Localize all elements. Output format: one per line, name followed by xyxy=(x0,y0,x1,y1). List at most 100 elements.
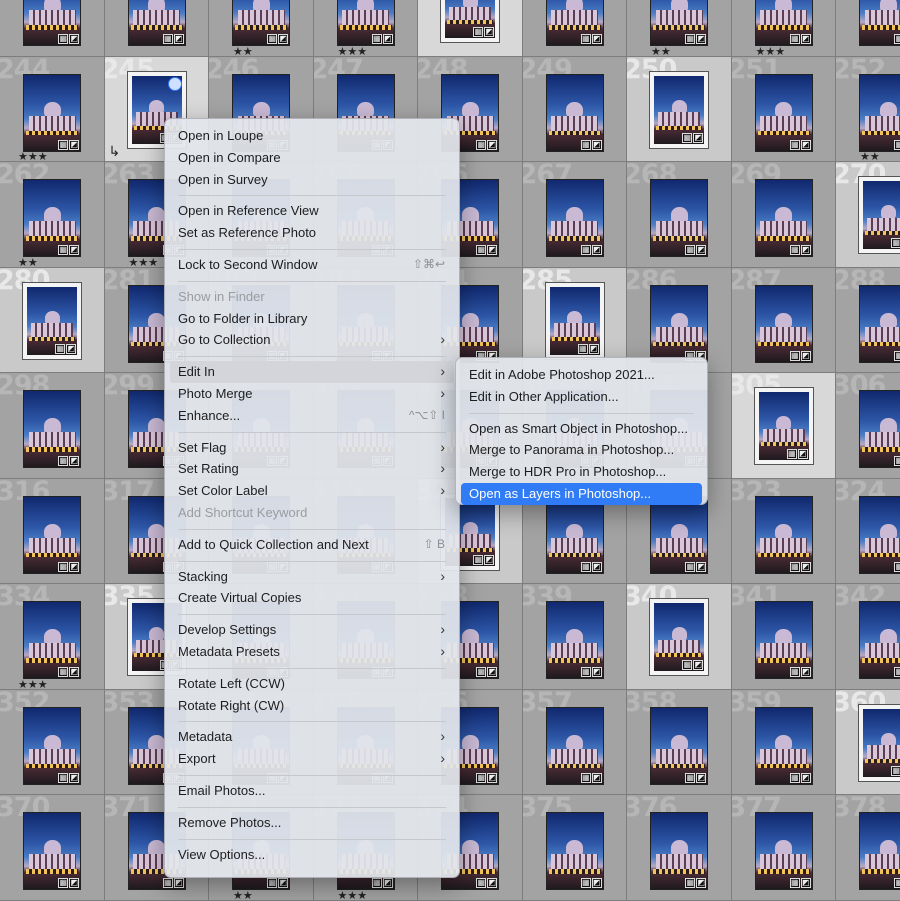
crop-badge-icon[interactable]: ▦ xyxy=(894,139,900,150)
photo-thumbnail[interactable]: ▦◩ xyxy=(23,179,82,257)
grid-cell[interactable]: 298 ▦ ◩ xyxy=(0,373,105,479)
develop-badge-icon[interactable]: ◩ xyxy=(278,34,289,44)
star-rating[interactable]: ★★ xyxy=(233,45,253,56)
crop-badge-icon[interactable]: ▦ xyxy=(473,27,484,37)
crop-badge-icon[interactable]: ▦ xyxy=(682,660,693,670)
develop-badge-icon[interactable]: ◩ xyxy=(591,878,602,888)
develop-badge-icon[interactable]: ◩ xyxy=(591,34,602,44)
crop-badge-icon[interactable]: ▦ xyxy=(162,878,173,888)
grid-cell[interactable]: 334 ▦ ◩ ★★★ xyxy=(0,584,105,690)
grid-cell[interactable]: 370 ▦ ◩ xyxy=(0,795,105,901)
menu-item-rotate-right-cw[interactable]: Rotate Right (CW) xyxy=(165,695,459,717)
photo-thumbnail[interactable]: ▦◩ xyxy=(754,284,813,363)
menu-item-open-as-smart-object-in-photoshop[interactable]: Open as Smart Object in Photoshop... xyxy=(456,418,707,440)
grid-cell[interactable]: 323 ▦ ◩ xyxy=(731,478,836,584)
grid-cell[interactable]: 267 ▦ ◩ xyxy=(522,162,627,268)
crop-badge-icon[interactable]: ▦ xyxy=(894,561,900,572)
grid-cell[interactable]: ▦◩ xyxy=(522,0,627,57)
crop-badge-icon[interactable]: ▦ xyxy=(580,878,591,888)
photo-thumbnail[interactable]: ▦◩ xyxy=(650,706,709,785)
photo-thumbnail[interactable]: ▦◩ xyxy=(23,390,82,468)
photo-thumbnail[interactable]: ▦◩ xyxy=(754,495,813,574)
grid-cell[interactable]: 340 ▦ ◩ xyxy=(627,584,732,690)
photo-thumbnail[interactable]: ▦◩ xyxy=(23,706,82,785)
crop-badge-icon[interactable]: ▦ xyxy=(580,667,591,677)
grid-cell[interactable]: ▦ ◩ ★★★ xyxy=(731,0,836,57)
crop-badge-icon[interactable]: ▦ xyxy=(476,245,487,255)
menu-item-open-as-layers-in-photoshop[interactable]: Open as Layers in Photoshop... xyxy=(461,482,702,505)
menu-item-add-to-quick-collection-and-next[interactable]: Add to Quick Collection and Next ⇧ B xyxy=(165,534,459,556)
develop-badge-icon[interactable]: ◩ xyxy=(800,667,811,677)
star-rating[interactable]: ★★★ xyxy=(18,150,48,161)
develop-badge-icon[interactable]: ◩ xyxy=(591,772,602,783)
photo-thumbnail[interactable]: ▦◩ xyxy=(649,598,710,676)
develop-badge-icon[interactable]: ◩ xyxy=(696,34,707,44)
develop-badge-icon[interactable]: ◩ xyxy=(487,667,498,677)
grid-cell[interactable]: 376 ▦ ◩ xyxy=(627,795,732,901)
grid-cell[interactable]: 268 ▦ ◩ xyxy=(627,162,732,268)
menu-item-view-options[interactable]: View Options... xyxy=(165,844,459,866)
menu-item-open-in-survey[interactable]: Open in Survey xyxy=(165,169,459,191)
crop-badge-icon[interactable]: ▦ xyxy=(786,449,797,459)
grid-cell[interactable]: 252▦◩★★ xyxy=(836,56,900,162)
develop-badge-icon[interactable]: ◩ xyxy=(797,449,808,459)
menu-item-edit-in-adobe-photoshop-2021[interactable]: Edit in Adobe Photoshop 2021... xyxy=(456,364,707,386)
develop-badge-icon[interactable]: ◩ xyxy=(69,34,80,44)
develop-badge-icon[interactable]: ◩ xyxy=(487,878,498,888)
grid-cell[interactable]: 375 ▦ ◩ xyxy=(522,795,627,901)
quick-collection-icon[interactable] xyxy=(167,76,182,91)
crop-badge-icon[interactable]: ▦ xyxy=(789,561,800,572)
menu-item-develop-settings[interactable]: Develop Settings › xyxy=(165,619,459,641)
develop-badge-icon[interactable]: ◩ xyxy=(693,132,704,143)
menu-item-stacking[interactable]: Stacking › xyxy=(165,566,459,588)
crop-badge-icon[interactable]: ▦ xyxy=(685,772,696,783)
develop-badge-icon[interactable]: ◩ xyxy=(487,245,498,255)
photo-thumbnail[interactable]: ▦◩ xyxy=(23,601,82,679)
menu-item-photo-merge[interactable]: Photo Merge › xyxy=(165,383,459,405)
menu-item-set-flag[interactable]: Set Flag › xyxy=(165,437,459,459)
grid-cell[interactable]: 305 ▦ ◩ xyxy=(731,373,836,479)
develop-badge-icon[interactable]: ◩ xyxy=(278,878,289,888)
menu-item-metadata-presets[interactable]: Metadata Presets › xyxy=(165,641,459,663)
crop-badge-icon[interactable]: ▦ xyxy=(267,878,278,888)
menu-item-set-rating[interactable]: Set Rating › xyxy=(165,458,459,480)
develop-badge-icon[interactable]: ◩ xyxy=(173,34,184,44)
star-rating[interactable]: ★★ xyxy=(233,889,253,900)
grid-cell[interactable]: 269 ▦ ◩ xyxy=(731,162,836,268)
star-rating[interactable]: ★★★ xyxy=(338,889,368,900)
grid-cell[interactable]: ▦◩ xyxy=(0,0,105,57)
grid-cell[interactable]: 244 ▦ ◩ ★★★ xyxy=(0,56,105,162)
grid-cell[interactable]: 262 ▦ ◩ ★★ xyxy=(0,162,105,268)
menu-item-go-to-folder-in-library[interactable]: Go to Folder in Library xyxy=(165,308,459,330)
grid-cell[interactable]: 359 ▦ ◩ xyxy=(731,689,836,795)
develop-badge-icon[interactable]: ◩ xyxy=(173,878,184,888)
crop-badge-icon[interactable]: ▦ xyxy=(789,772,800,783)
crop-badge-icon[interactable]: ▦ xyxy=(789,245,800,255)
photo-thumbnail[interactable]: ▦◩ xyxy=(859,812,900,890)
photo-thumbnail[interactable]: ▦◩ xyxy=(545,0,604,46)
grid-cell[interactable]: 357 ▦ ◩ xyxy=(522,689,627,795)
develop-badge-icon[interactable]: ◩ xyxy=(800,350,811,361)
develop-badge-icon[interactable]: ◩ xyxy=(487,772,498,783)
photo-thumbnail[interactable]: ▦◩ xyxy=(650,284,709,363)
photo-thumbnail[interactable]: ▦◩ xyxy=(440,0,501,43)
star-rating[interactable]: ★★★ xyxy=(338,45,368,56)
develop-badge-icon[interactable]: ◩ xyxy=(69,139,80,150)
crop-badge-icon[interactable]: ▦ xyxy=(58,561,69,572)
grid-cell[interactable]: 287 ▦ ◩ xyxy=(731,267,836,373)
crop-badge-icon[interactable]: ▦ xyxy=(891,238,900,248)
photo-thumbnail[interactable]: ▦◩ xyxy=(859,0,900,46)
star-rating[interactable]: ★★ xyxy=(860,150,880,161)
grid-cell[interactable]: 360▦◩ xyxy=(836,689,900,795)
develop-badge-icon[interactable]: ◩ xyxy=(69,772,80,783)
develop-badge-icon[interactable]: ◩ xyxy=(800,772,811,783)
photo-thumbnail[interactable]: ▦◩ xyxy=(859,73,900,152)
crop-badge-icon[interactable]: ▦ xyxy=(580,139,591,150)
menu-item-lock-to-second-window[interactable]: Lock to Second Window ⇧⌘↩ xyxy=(165,254,459,276)
crop-badge-icon[interactable]: ▦ xyxy=(476,139,487,150)
menu-item-open-in-reference-view[interactable]: Open in Reference View xyxy=(165,200,459,222)
photo-thumbnail[interactable]: ▦◩ xyxy=(545,179,604,257)
develop-badge-icon[interactable]: ◩ xyxy=(591,667,602,677)
crop-badge-icon[interactable]: ▦ xyxy=(789,878,800,888)
develop-badge-icon[interactable]: ◩ xyxy=(696,561,707,572)
